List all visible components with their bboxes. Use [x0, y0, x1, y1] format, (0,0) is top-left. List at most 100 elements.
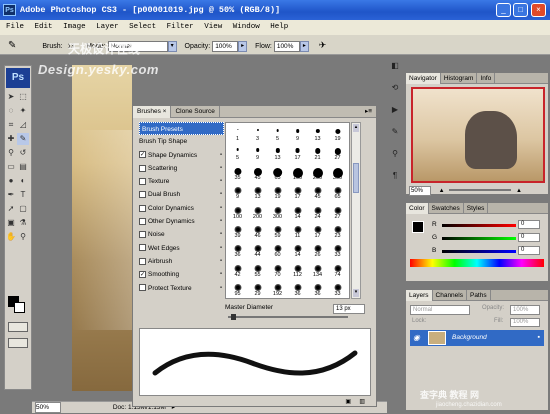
crop-tool-icon[interactable]: ⌗ [5, 119, 17, 131]
lock-icon[interactable]: ▪ [220, 255, 222, 268]
brush-preset[interactable]: 5 [229, 144, 246, 161]
brush-option-item[interactable]: Color Dynamics ▪ [139, 202, 224, 215]
lock-icon[interactable]: ▪ [220, 282, 222, 295]
lock-icon[interactable]: ▪ [220, 149, 222, 162]
lock-icon[interactable]: ▪ [220, 268, 222, 281]
tab-swatches[interactable]: Swatches [429, 203, 464, 214]
checkbox[interactable] [139, 177, 146, 185]
brush-option-item[interactable]: Texture ▪ [139, 175, 224, 188]
menu-help[interactable]: Help [270, 23, 288, 31]
brush-preset[interactable]: 44 [249, 241, 266, 258]
menu-edit[interactable]: Edit [35, 23, 53, 31]
brush-preset[interactable]: 65 [269, 164, 286, 181]
lasso-tool-icon[interactable]: ◌ [5, 105, 17, 117]
checkbox[interactable] [139, 217, 146, 225]
stamp-tool-icon[interactable]: ⚲ [5, 147, 17, 159]
actions-icon[interactable]: ▶ [389, 104, 401, 116]
checkbox-checked[interactable]: ✓ [139, 151, 146, 159]
checkbox[interactable] [139, 231, 146, 239]
navigator-zoom-field[interactable]: 50% [409, 186, 431, 196]
tool-presets-icon[interactable]: ◧ [389, 60, 401, 72]
brush-grid-scrollbar[interactable]: ▴ ▾ [351, 122, 361, 299]
brush-preset[interactable]: 192 [269, 280, 286, 297]
brush-preset[interactable]: 26 [309, 241, 326, 258]
brush-preset[interactable]: 11 [289, 222, 306, 239]
lock-icon[interactable]: ▪ [220, 175, 222, 188]
slider-knob[interactable] [231, 314, 236, 320]
trash-icon[interactable]: ▥ [359, 398, 365, 405]
magic-wand-icon[interactable]: ✦ [17, 105, 29, 117]
brush-preset[interactable]: 112 [289, 261, 306, 278]
brush-preset[interactable]: 55 [249, 261, 266, 278]
hand-tool-icon[interactable]: ✋ [5, 231, 17, 243]
brush-preset[interactable]: 65 [329, 183, 346, 200]
tab-color[interactable]: Color [406, 203, 429, 214]
brush-option-item[interactable]: Wet Edges ▪ [139, 242, 224, 255]
menu-image[interactable]: Image [63, 23, 86, 31]
brush-option-item[interactable]: ✓ Smoothing ▪ [139, 268, 224, 281]
brush-preset[interactable]: 74 [329, 261, 346, 278]
brush-preset[interactable]: 59 [269, 222, 286, 239]
lock-icon[interactable]: ▪ [220, 162, 222, 175]
brush-preset[interactable]: 95 [229, 280, 246, 297]
tab-clone-source[interactable]: Clone Source [171, 106, 220, 118]
brush-preset[interactable]: 100 [289, 164, 306, 181]
brush-preset[interactable]: 13 [269, 144, 286, 161]
checkbox-checked[interactable]: ✓ [139, 271, 146, 279]
green-value[interactable]: 0 [518, 233, 540, 242]
menu-filter[interactable]: Filter [167, 23, 194, 31]
move-tool-icon[interactable]: ➤ [5, 91, 17, 103]
brush-preset[interactable]: 24 [309, 203, 326, 220]
brush-preset[interactable]: 14 [289, 203, 306, 220]
brush-preset[interactable]: 33 [329, 241, 346, 258]
fill-field[interactable]: 100% [510, 318, 540, 327]
zoom-tool-icon[interactable]: ⚲ [17, 231, 29, 243]
brush-preset[interactable]: 17 [289, 183, 306, 200]
lock-icon[interactable]: ▪ [220, 215, 222, 228]
marquee-tool-icon[interactable]: ⬚ [17, 91, 29, 103]
clone-source-icon[interactable]: ⚲ [389, 148, 401, 160]
foreground-swatch[interactable] [412, 221, 424, 233]
eyedropper-icon[interactable]: ⚗ [17, 217, 29, 229]
brush-option-item[interactable]: Dual Brush ▪ [139, 188, 224, 201]
path-select-icon[interactable]: ➚ [5, 203, 17, 215]
checkbox[interactable] [139, 244, 146, 252]
brush-preset[interactable]: 60 [269, 241, 286, 258]
zoom-in-icon[interactable]: ▲ [516, 188, 522, 194]
tab-channels[interactable]: Channels [433, 290, 467, 301]
brush-preset[interactable]: 17 [289, 144, 306, 161]
brush-option-item[interactable]: Brush Tip Shape [139, 135, 224, 148]
airbrush-icon[interactable]: ✈ [319, 40, 327, 50]
brush-preset[interactable]: 9 [249, 144, 266, 161]
brush-preset[interactable]: 27 [329, 144, 346, 161]
brush-preset[interactable]: 1 [229, 125, 246, 142]
layer-opacity-field[interactable]: 100% [510, 305, 540, 315]
zoom-field[interactable]: 50% [35, 402, 61, 413]
brush-tool-icon[interactable]: ✎ [17, 133, 29, 145]
brush-preset[interactable]: 9 [229, 183, 246, 200]
close-button[interactable]: × [531, 3, 546, 17]
brush-preset[interactable]: 13 [249, 183, 266, 200]
brush-preset[interactable]: 39 [229, 222, 246, 239]
brush-preset[interactable]: 36 [309, 280, 326, 297]
dodge-tool-icon[interactable]: ◐ [17, 175, 29, 187]
quick-mask-icon[interactable] [8, 322, 28, 332]
zoom-out-icon[interactable]: ▲ [439, 188, 445, 194]
lock-icon[interactable]: ▪ [220, 188, 222, 201]
brush-preset[interactable]: 19 [269, 183, 286, 200]
brush-preset[interactable]: 23 [329, 222, 346, 239]
brush-preset[interactable]: 200 [249, 203, 266, 220]
lock-icon[interactable]: ▪ [220, 242, 222, 255]
tab-paths[interactable]: Paths [467, 290, 491, 301]
notes-tool-icon[interactable]: ▣ [5, 217, 17, 229]
brush-preset[interactable]: 36 [229, 241, 246, 258]
menu-view[interactable]: View [204, 23, 222, 31]
gradient-tool-icon[interactable]: ▤ [17, 161, 29, 173]
brush-preset[interactable]: 300 [269, 203, 286, 220]
color-spectrum[interactable] [410, 259, 544, 267]
brush-preset[interactable]: 5 [269, 125, 286, 142]
tab-navigator[interactable]: Navigator [406, 73, 441, 84]
minimize-button[interactable]: _ [496, 3, 511, 17]
checkbox[interactable] [139, 164, 146, 172]
brush-preset[interactable]: 70 [269, 261, 286, 278]
